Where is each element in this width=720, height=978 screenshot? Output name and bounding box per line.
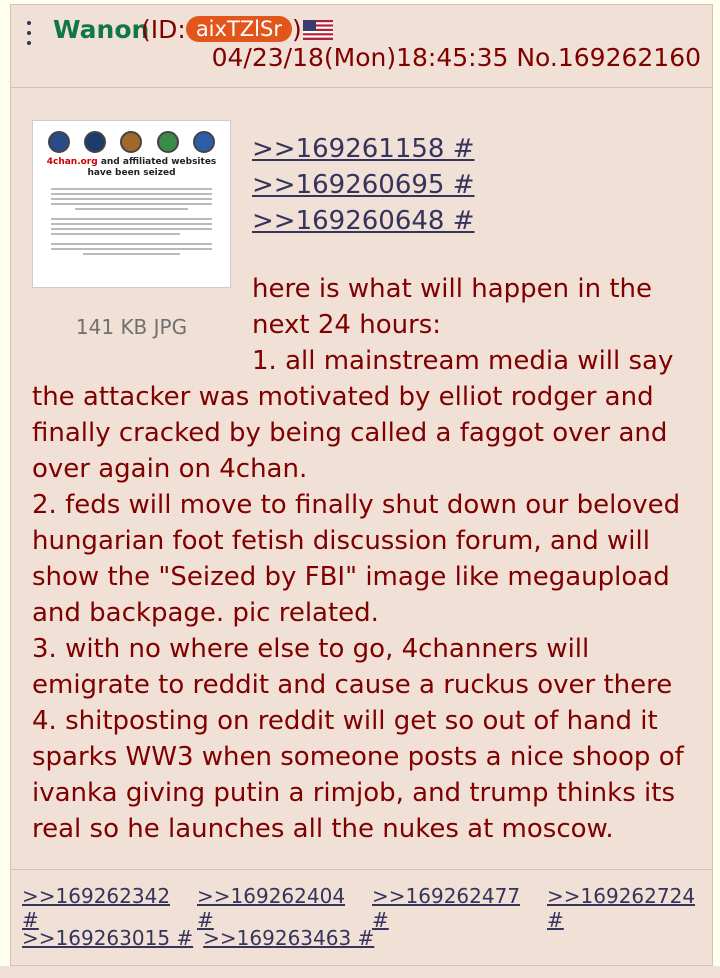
post-container: Wanon (ID: aixTZlSr) 04/23/18(Mon)18:45:3… (10, 4, 713, 966)
us-flag-icon (303, 20, 333, 40)
post-menu-icon[interactable] (25, 19, 33, 47)
doj-seal-icon (84, 131, 107, 153)
id-suffix: ) (291, 15, 302, 44)
thumb-title: 4chan.org and affiliated websites have b… (46, 157, 217, 178)
post-dateline: 04/23/18(Mon)18:45:35 No.169262160 (212, 43, 701, 72)
fbi-seal-icon (48, 131, 71, 153)
backlink[interactable]: >>169262342 # (22, 884, 187, 932)
id-prefix: (ID: (141, 15, 186, 44)
backlinks-row: >>169263015 # >>169263463 # (22, 926, 374, 950)
message-line: 2. feds will move to finally shut down o… (32, 490, 681, 628)
backlink[interactable]: >>169262724 # (547, 884, 712, 932)
thumb-text-lines (33, 179, 230, 264)
backlink[interactable]: >>169262404 # (197, 884, 362, 932)
message-line: 4. shitposting on reddit will get so out… (32, 706, 684, 844)
backlink[interactable]: >>169263463 # (203, 926, 374, 950)
post-header: Wanon (ID: aixTZlSr) 04/23/18(Mon)18:45:3… (11, 5, 712, 88)
poster-id-badge[interactable]: aixTZlSr (185, 16, 292, 42)
seal-icon (156, 131, 179, 153)
hsi-seal-icon (192, 131, 215, 153)
poster-name[interactable]: Wanon (53, 15, 149, 44)
quote-link[interactable]: >>169260648 # (252, 203, 475, 239)
post-number[interactable]: No.169262160 (516, 43, 701, 72)
backlinks-row: >>169262342 # >>169262404 # >>169262477 … (22, 884, 712, 932)
post-message: here is what will happen in the next 24 … (32, 271, 702, 847)
post-image-thumbnail[interactable]: 4chan.org and affiliated websites have b… (32, 120, 231, 288)
quote-link[interactable]: >>169261158 # (252, 131, 475, 167)
backlinks: >>169262342 # >>169262404 # >>169262477 … (11, 869, 712, 966)
post-datetime: 04/23/18(Mon)18:45:35 (211, 43, 509, 72)
seal-icon (120, 131, 143, 153)
backlink[interactable]: >>169263015 # (22, 926, 193, 950)
next-post-edge (0, 966, 720, 978)
poster-id-wrap: (ID: aixTZlSr) (141, 15, 302, 44)
quote-link[interactable]: >>169260695 # (252, 167, 475, 203)
quote-links: >>169261158 # >>169260695 # >>169260648 … (252, 131, 475, 239)
message-line: 3. with no where else to go, 4channers w… (32, 634, 673, 700)
seals-row (33, 121, 230, 153)
backlink[interactable]: >>169262477 # (372, 884, 537, 932)
